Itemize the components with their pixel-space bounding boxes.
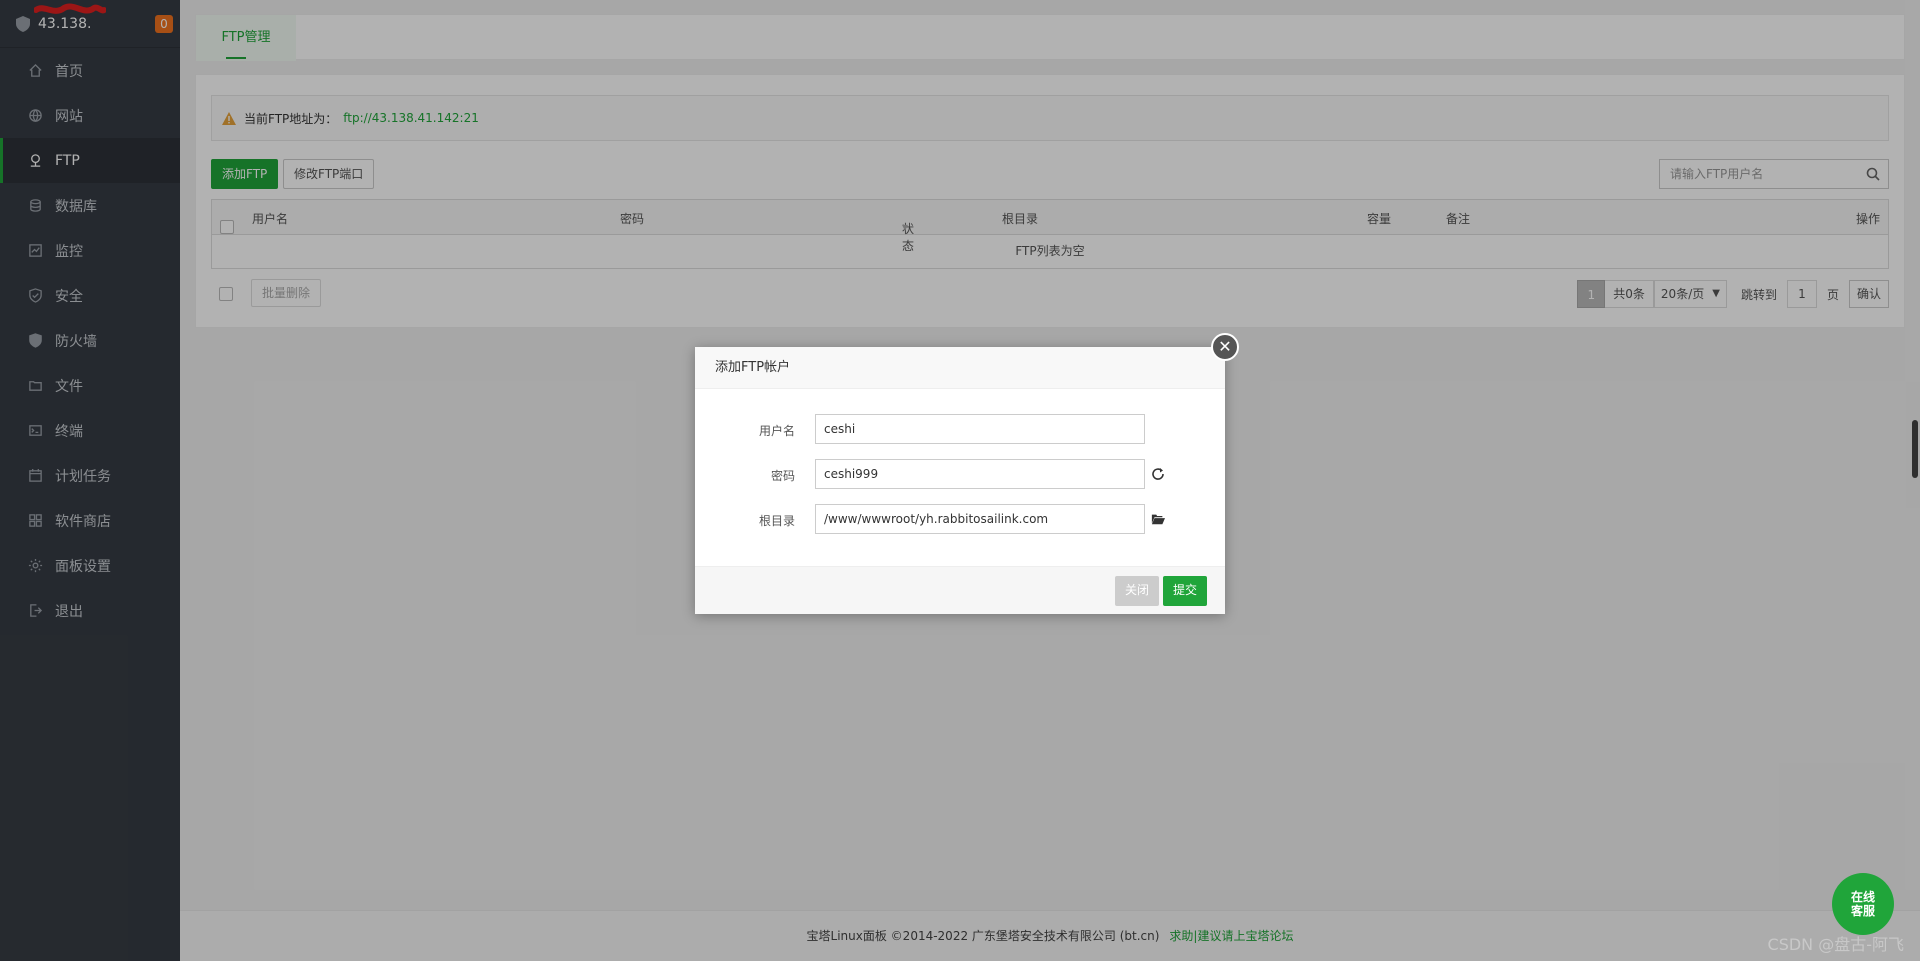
username-input[interactable]: ceshi (815, 414, 1145, 444)
folder-open-icon[interactable] (1151, 512, 1165, 526)
password-input[interactable]: ceshi999 (815, 459, 1145, 489)
username-label: 用户名 (758, 424, 795, 438)
online-service-line2: 客服 (1850, 904, 1875, 918)
root-path-input[interactable]: /www/wwwroot/yh.rabbitosailink.com (815, 504, 1145, 534)
path-label: 根目录 (758, 514, 795, 528)
watermark: CSDN @盘古-阿飞 (1767, 935, 1904, 954)
dialog-title: 添加FTP帐户 (695, 347, 1225, 389)
password-row: 密码 ceshi999 (695, 459, 1225, 489)
password-label: 密码 (770, 469, 795, 483)
close-button[interactable]: 关闭 (1114, 576, 1159, 606)
add-ftp-dialog: 添加FTP帐户 ✕ 用户名 ceshi 密码 ceshi999 根目录 /www… (695, 333, 1239, 614)
refresh-icon[interactable] (1151, 467, 1165, 481)
close-icon[interactable]: ✕ (1211, 333, 1239, 361)
dialog-footer: 关闭 提交 (695, 566, 1225, 614)
online-service-line1: 在线 (1850, 890, 1875, 904)
submit-button[interactable]: 提交 (1162, 576, 1207, 606)
online-service-button[interactable]: 在线 客服 (1832, 873, 1894, 935)
username-row: 用户名 ceshi (695, 414, 1225, 444)
path-row: 根目录 /www/wwwroot/yh.rabbitosailink.com (695, 504, 1225, 534)
